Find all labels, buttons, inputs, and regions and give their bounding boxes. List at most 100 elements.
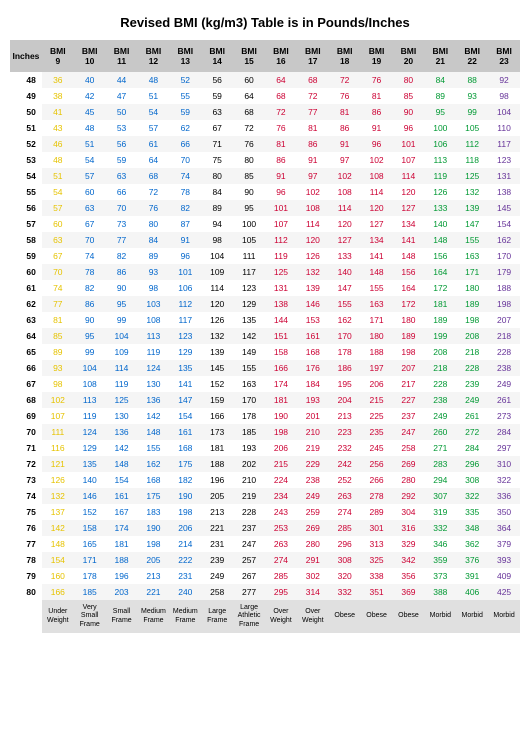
row-inches: 78 (10, 552, 42, 568)
cell-value: 107 (393, 152, 425, 168)
cell-value: 104 (201, 248, 233, 264)
cell-value: 155 (233, 360, 265, 376)
cell-value: 351 (361, 584, 393, 600)
cell-value: 56 (106, 136, 138, 152)
cell-value: 42 (74, 88, 106, 104)
cell-value: 205 (138, 552, 170, 568)
cell-value: 133 (329, 248, 361, 264)
cell-value: 173 (201, 424, 233, 440)
cell-value: 120 (201, 296, 233, 312)
cell-value: 154 (42, 552, 74, 568)
col-header-bmi: BMI12 (138, 40, 170, 72)
table-row: 6910711913014215416617819020121322523724… (10, 408, 520, 424)
cell-value: 208 (456, 328, 488, 344)
cell-value: 70 (106, 200, 138, 216)
cell-value: 102 (42, 392, 74, 408)
cell-value: 127 (393, 200, 425, 216)
cell-value: 313 (361, 536, 393, 552)
cell-value: 77 (297, 104, 329, 120)
cell-value: 168 (169, 440, 201, 456)
cell-value: 186 (329, 360, 361, 376)
cell-value: 228 (424, 376, 456, 392)
cell-value: 155 (361, 280, 393, 296)
cell-value: 76 (138, 200, 170, 216)
cell-value: 108 (361, 168, 393, 184)
cell-value: 98 (42, 376, 74, 392)
row-inches: 49 (10, 88, 42, 104)
cell-value: 196 (106, 568, 138, 584)
cell-value: 164 (393, 280, 425, 296)
table-row: 6693104114124135145155166176186197207218… (10, 360, 520, 376)
row-inches: 71 (10, 440, 42, 456)
cell-value: 332 (329, 584, 361, 600)
table-row: 7011112413614816117318519821022323524726… (10, 424, 520, 440)
cell-value: 113 (74, 392, 106, 408)
cell-value: 119 (106, 376, 138, 392)
cell-value: 89 (42, 344, 74, 360)
cell-value: 240 (169, 584, 201, 600)
cell-value: 336 (488, 488, 520, 504)
row-inches: 51 (10, 120, 42, 136)
cell-value: 147 (329, 280, 361, 296)
cell-value: 43 (42, 120, 74, 136)
cell-value: 77 (106, 232, 138, 248)
cell-value: 190 (138, 520, 170, 536)
cell-value: 154 (169, 408, 201, 424)
cell-value: 48 (74, 120, 106, 136)
cell-value: 171 (74, 552, 106, 568)
cell-value: 51 (138, 88, 170, 104)
cell-value: 47 (106, 88, 138, 104)
cell-value: 123 (488, 152, 520, 168)
table-row: 7413214616117519020521923424926327829230… (10, 488, 520, 504)
cell-value: 160 (42, 568, 74, 584)
cell-value: 219 (233, 488, 265, 504)
col-header-bmi: BMI13 (169, 40, 201, 72)
cell-value: 78 (169, 184, 201, 200)
cell-value: 335 (456, 504, 488, 520)
cell-value: 45 (74, 104, 106, 120)
cell-value: 161 (169, 424, 201, 440)
cell-value: 198 (138, 536, 170, 552)
cell-value: 135 (74, 456, 106, 472)
cell-value: 114 (329, 200, 361, 216)
cell-value: 189 (393, 328, 425, 344)
col-header-bmi: BMI20 (393, 40, 425, 72)
cell-value: 144 (265, 312, 297, 328)
table-row: 6798108119130141152163174184195206217228… (10, 376, 520, 392)
cell-value: 61 (138, 136, 170, 152)
cell-value: 141 (169, 376, 201, 392)
row-inches: 79 (10, 568, 42, 584)
table-row: 5863707784919810511212012713414114815516… (10, 232, 520, 248)
cell-value: 179 (488, 264, 520, 280)
cell-value: 249 (297, 488, 329, 504)
col-header-bmi: BMI10 (74, 40, 106, 72)
cell-value: 53 (106, 120, 138, 136)
cell-value: 76 (329, 88, 361, 104)
cell-value: 308 (456, 472, 488, 488)
cell-value: 38 (42, 88, 74, 104)
cell-value: 68 (265, 88, 297, 104)
cell-value: 89 (201, 200, 233, 216)
cell-value: 91 (361, 120, 393, 136)
cell-value: 137 (42, 504, 74, 520)
cell-value: 105 (233, 232, 265, 248)
cell-value: 126 (42, 472, 74, 488)
cell-value: 135 (233, 312, 265, 328)
cell-value: 119 (424, 168, 456, 184)
cell-value: 206 (169, 520, 201, 536)
cell-value: 70 (169, 152, 201, 168)
cell-value: 123 (169, 328, 201, 344)
cell-value: 237 (393, 408, 425, 424)
cell-value: 72 (233, 120, 265, 136)
cell-value: 166 (42, 584, 74, 600)
table-row: 7714816518119821423124726328029631332934… (10, 536, 520, 552)
cell-value: 231 (201, 536, 233, 552)
cell-value: 117 (169, 312, 201, 328)
table-row: 49384247515559646872768185899398 (10, 88, 520, 104)
cell-value: 238 (424, 392, 456, 408)
row-inches: 56 (10, 200, 42, 216)
cell-value: 116 (42, 440, 74, 456)
footer-category: Over Weight (265, 600, 297, 633)
cell-value: 113 (424, 152, 456, 168)
cell-value: 274 (329, 504, 361, 520)
